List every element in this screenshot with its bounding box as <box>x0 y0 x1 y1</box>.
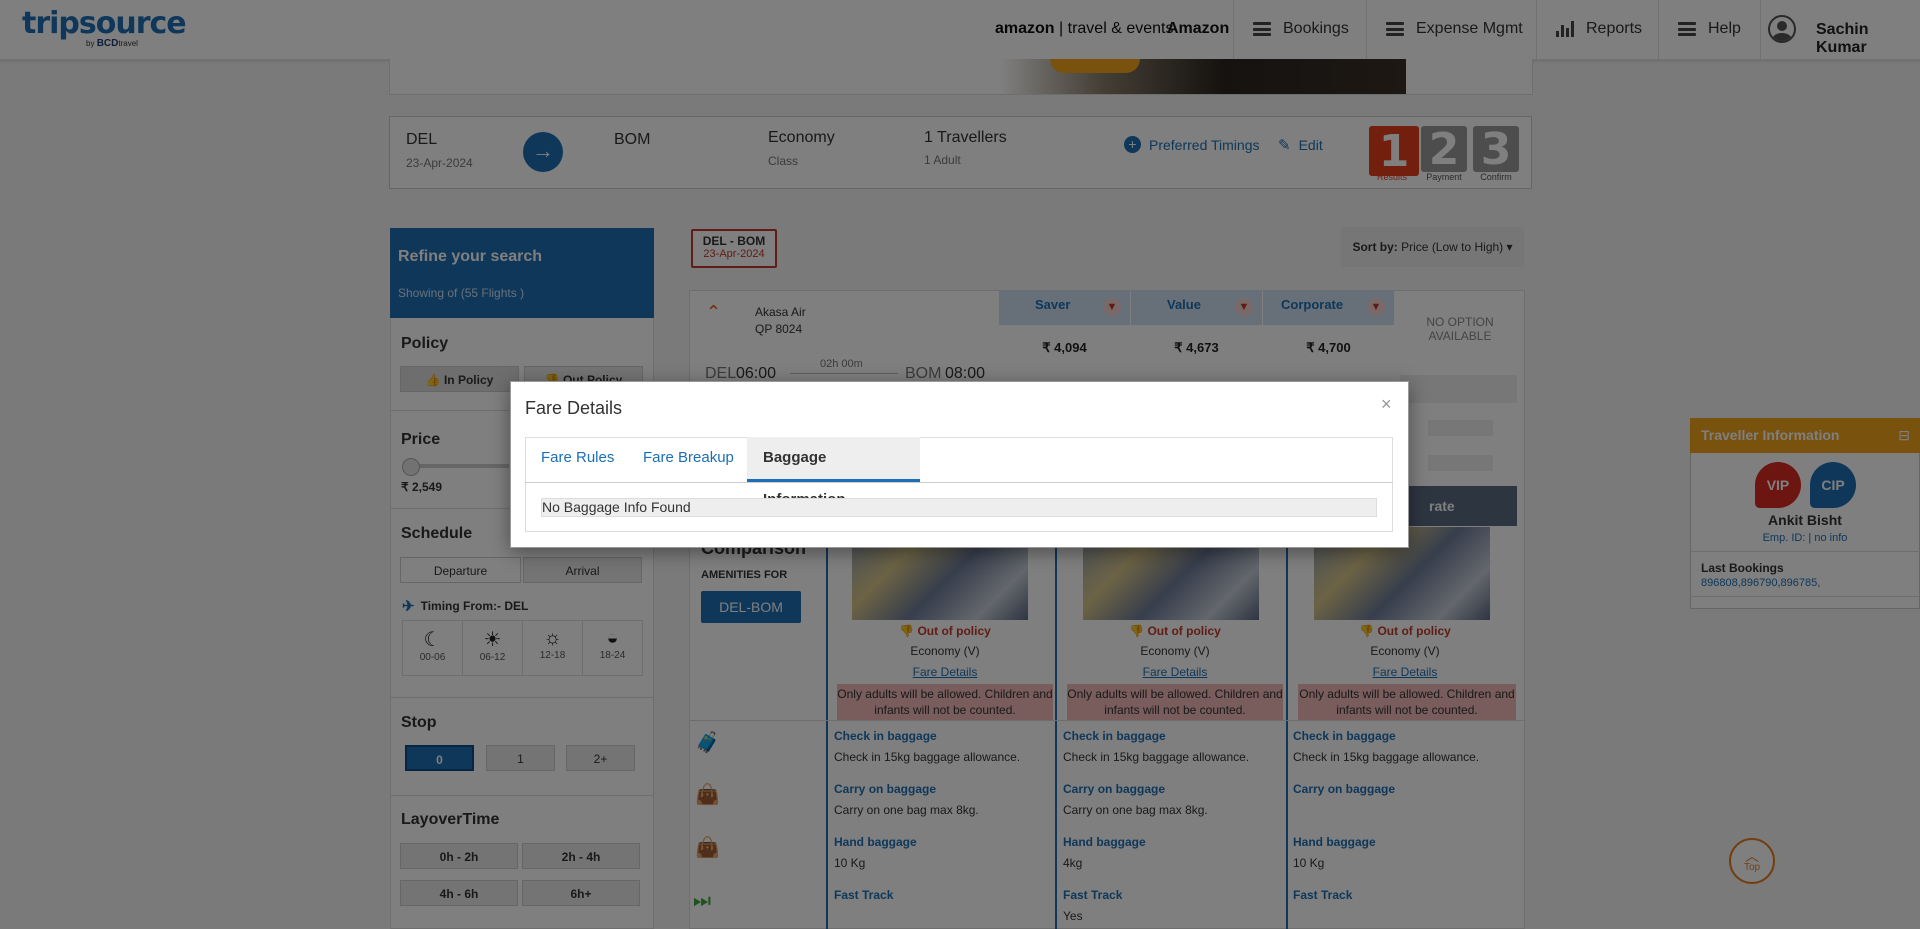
tab-fare-rules[interactable]: Fare Rules <box>525 437 630 482</box>
tab-fare-breakup[interactable]: Fare Breakup <box>627 437 750 482</box>
tab-baggage-information[interactable]: Baggage Information <box>747 437 920 508</box>
modal-title: Fare Details <box>525 398 623 418</box>
baggage-info-message: No Baggage Info Found <box>541 498 1377 517</box>
close-icon[interactable]: × <box>1381 394 1392 415</box>
